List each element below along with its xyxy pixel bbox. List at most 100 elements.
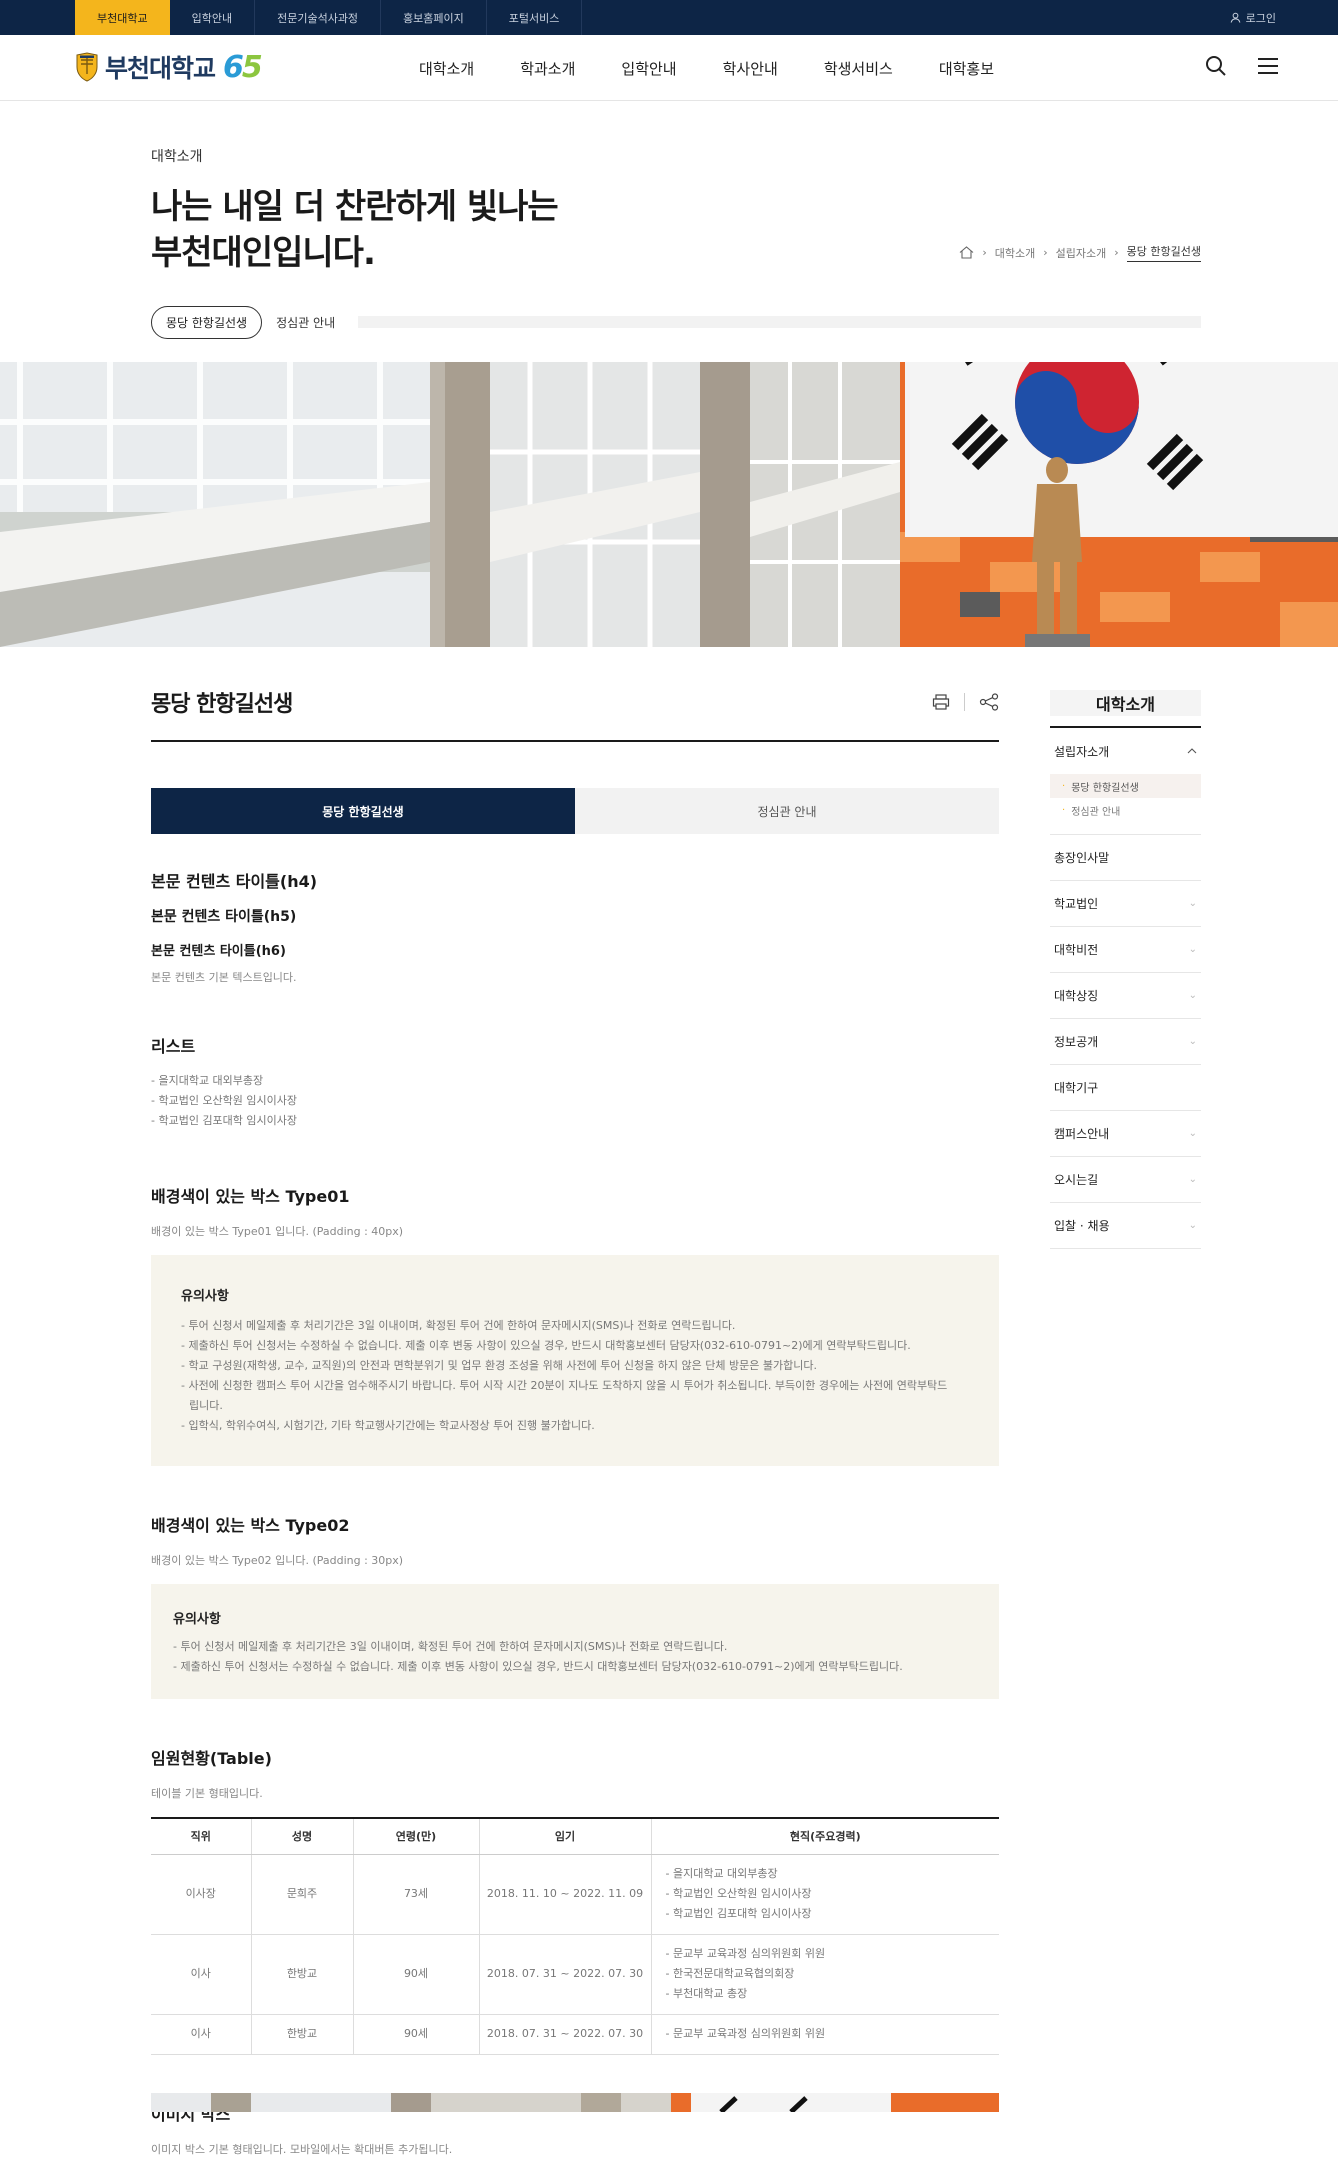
chevron-right-icon: ›: [982, 246, 987, 259]
heading-h4: 본문 컨텐츠 타이틀(h4): [151, 872, 318, 891]
hero-category: 대학소개: [151, 149, 203, 165]
cell-term: 2018. 07. 31 ~ 2022. 07. 30: [478, 1934, 651, 2015]
snb-item-label: 캠퍼스안내: [1054, 1127, 1110, 1141]
sub-tabs: 몽당 한항길선생 정심관 안내: [151, 306, 335, 339]
menu-academics[interactable]: 학사안내: [700, 35, 801, 101]
cell-position: 이사: [151, 2014, 251, 2055]
list-item: - 투어 신청서 메일제출 후 처리기간은 3일 이내이며, 확정된 투어 건에…: [181, 1319, 736, 1332]
breadcrumb-item-about[interactable]: 대학소개: [995, 245, 1035, 261]
snb-item[interactable]: 학교법인 ⌄: [1050, 881, 1201, 927]
logo-text: 부천대학교: [105, 54, 216, 83]
print-icon[interactable]: [932, 693, 950, 711]
menu-about[interactable]: 대학소개: [396, 35, 497, 101]
bullet-icon: ·: [1062, 780, 1066, 792]
breadcrumb-item-current[interactable]: 몽당 한항길선생: [1126, 243, 1201, 262]
career-line: - 문교부 교육과정 심의위원회 위원: [665, 2027, 826, 2040]
cell-position: 이사장: [151, 1854, 251, 1935]
content-tabs: 몽당 한항길선생 정심관 안내: [151, 788, 999, 834]
chevron-down-icon: ⌄: [1188, 1036, 1197, 1047]
list-item: - 제출하신 투어 신청서는 수정하실 수 없습니다. 제출 이후 변동 사항이…: [173, 1660, 903, 1673]
officers-table: 직위 성명 연령(만) 임기 현직(주요경력) 이사장 문희주 73세 2018…: [151, 1817, 999, 2055]
banner-illustration: [0, 362, 1338, 647]
utility-tab-portal[interactable]: 포털서비스: [487, 0, 583, 35]
menu-admission[interactable]: 입학안내: [598, 35, 699, 101]
search-icon[interactable]: [1204, 54, 1228, 78]
cell-term: 2018. 07. 31 ~ 2022. 07. 30: [478, 2014, 651, 2055]
chevron-right-icon: ›: [1043, 246, 1048, 259]
snb-item[interactable]: 캠퍼스안내 ⌄: [1050, 1111, 1201, 1157]
body-text: 본문 컨텐츠 기본 텍스트입니다.: [151, 971, 297, 984]
notice-box-type02: 유의사항 - 투어 신청서 메일제출 후 처리기간은 3일 이내이며, 확정된 …: [151, 1584, 999, 1699]
snb-item[interactable]: 정보공개 ⌄: [1050, 1019, 1201, 1065]
chevron-down-icon: ⌄: [1188, 1220, 1197, 1231]
hero-headline-line2: 부천대인입니다.: [151, 233, 376, 273]
share-icon[interactable]: [979, 693, 999, 711]
hero-banner-image: [0, 362, 1338, 647]
col-career: 현직(주요경력): [650, 1818, 999, 1855]
snb-item[interactable]: 대학기구: [1050, 1065, 1201, 1111]
main-header: 부천대학교 65 대학소개 학과소개 입학안내 학사안내 학생서비스 대학홍보: [0, 35, 1338, 101]
page-title: 몽당 한항길선생: [151, 692, 293, 717]
subtab-founder[interactable]: 몽당 한항길선생: [151, 306, 263, 339]
university-logo[interactable]: 부천대학교 65: [75, 49, 263, 85]
box2-title: 배경색이 있는 박스 Type02: [151, 1516, 350, 1535]
chevron-up-icon: [1187, 748, 1197, 754]
breadcrumb-item-founder[interactable]: 설립자소개: [1056, 245, 1107, 261]
snb-item[interactable]: 대학상징 ⌄: [1050, 973, 1201, 1019]
snb-item-founder[interactable]: 설립자소개: [1050, 728, 1201, 774]
menu-student-services[interactable]: 학생서비스: [801, 35, 916, 101]
col-term: 임기: [478, 1818, 651, 1855]
chevron-down-icon: ⌄: [1188, 898, 1197, 909]
page-tools: [932, 693, 999, 711]
career-line: - 한국전문대학교육협의회장: [665, 1967, 795, 1980]
career-line: - 학교법인 김포대학 임시이사장: [665, 1907, 812, 1920]
utility-tab-bucheon[interactable]: 부천대학교: [75, 0, 170, 35]
career-line: - 을지대학교 대외부총장: [665, 1867, 778, 1880]
menu-departments[interactable]: 학과소개: [497, 35, 598, 101]
list-item: - 학교법인 오산학원 임시이사장: [151, 1094, 298, 1107]
tab-jeongsimgwan[interactable]: 정심관 안내: [575, 788, 999, 834]
table-header-row: 직위 성명 연령(만) 임기 현직(주요경력): [151, 1818, 999, 1855]
list-item: - 을지대학교 대외부총장: [151, 1074, 264, 1087]
page-title-bar: 몽당 한항길선생: [151, 686, 999, 718]
chevron-down-icon: ⌄: [1188, 1174, 1197, 1185]
logo-digit-6: 6: [223, 49, 244, 85]
snb-item-label: 설립자소개: [1054, 744, 1110, 759]
snb-item-label: 입찰 · 채용: [1054, 1219, 1110, 1233]
hero-text: 대학소개 나는 내일 더 찬란하게 빛나는 부천대인입니다.: [151, 146, 559, 276]
snb-item[interactable]: 총장인사말: [1050, 835, 1201, 881]
cell-age: 90세: [352, 2014, 479, 2055]
chevron-down-icon: ⌄: [1188, 990, 1197, 1001]
snb-item-label: 정보공개: [1054, 1035, 1099, 1049]
utility-tab-admission[interactable]: 입학안내: [170, 0, 256, 35]
cell-career: - 을지대학교 대외부총장 - 학교법인 오산학원 임시이사장 - 학교법인 김포대…: [650, 1854, 999, 1935]
title-divider: [151, 740, 999, 742]
utility-tab-pr[interactable]: 홍보홈페이지: [381, 0, 487, 35]
utility-tab-masters[interactable]: 전문기술석사과정: [255, 0, 382, 35]
snb-item[interactable]: 입찰 · 채용 ⌄: [1050, 1203, 1201, 1249]
login-link[interactable]: 로그인: [1230, 0, 1276, 35]
list-item: - 학교법인 김포대학 임시이사장: [151, 1114, 298, 1127]
menu-pr[interactable]: 대학홍보: [916, 35, 1017, 101]
snb-sub-founder[interactable]: · 몽당 한항길선생: [1050, 774, 1201, 798]
col-position: 직위: [151, 1818, 251, 1855]
snb-item-label: 대학기구: [1054, 1081, 1099, 1095]
logo-65: 65: [223, 49, 263, 85]
chevron-right-icon: ›: [1114, 246, 1119, 259]
snb-item[interactable]: 오시는길 ⌄: [1050, 1157, 1201, 1203]
main-menu: 대학소개 학과소개 입학안내 학사안내 학생서비스 대학홍보: [396, 35, 1017, 101]
chevron-down-icon: ⌄: [1188, 944, 1197, 955]
home-icon[interactable]: [959, 246, 974, 259]
snb-sub-jeongsimgwan[interactable]: · 정심관 안내: [1050, 798, 1201, 822]
subtab-jeongsimgwan[interactable]: 정심관 안내: [276, 314, 335, 331]
snb-item[interactable]: 대학비전 ⌄: [1050, 927, 1201, 973]
table-row: 이사장 문희주 73세 2018. 11. 10 ~ 2022. 11. 09 …: [151, 1854, 999, 1935]
cell-career: - 문교부 교육과정 심의위원회 위원: [650, 2014, 999, 2055]
tab-founder[interactable]: 몽당 한항길선생: [151, 788, 575, 834]
box2-heading: 유의사항: [173, 1612, 221, 1627]
snb-sub-label: 몽당 한항길선생: [1071, 782, 1139, 794]
hamburger-menu-icon[interactable]: [1256, 54, 1280, 78]
cell-age: 73세: [352, 1854, 479, 1935]
box1-list: - 투어 신청서 메일제출 후 처리기간은 3일 이내이며, 확정된 투어 건에…: [181, 1316, 969, 1436]
box1-description: 배경이 있는 박스 Type01 입니다. (Padding : 40px): [151, 1225, 404, 1238]
